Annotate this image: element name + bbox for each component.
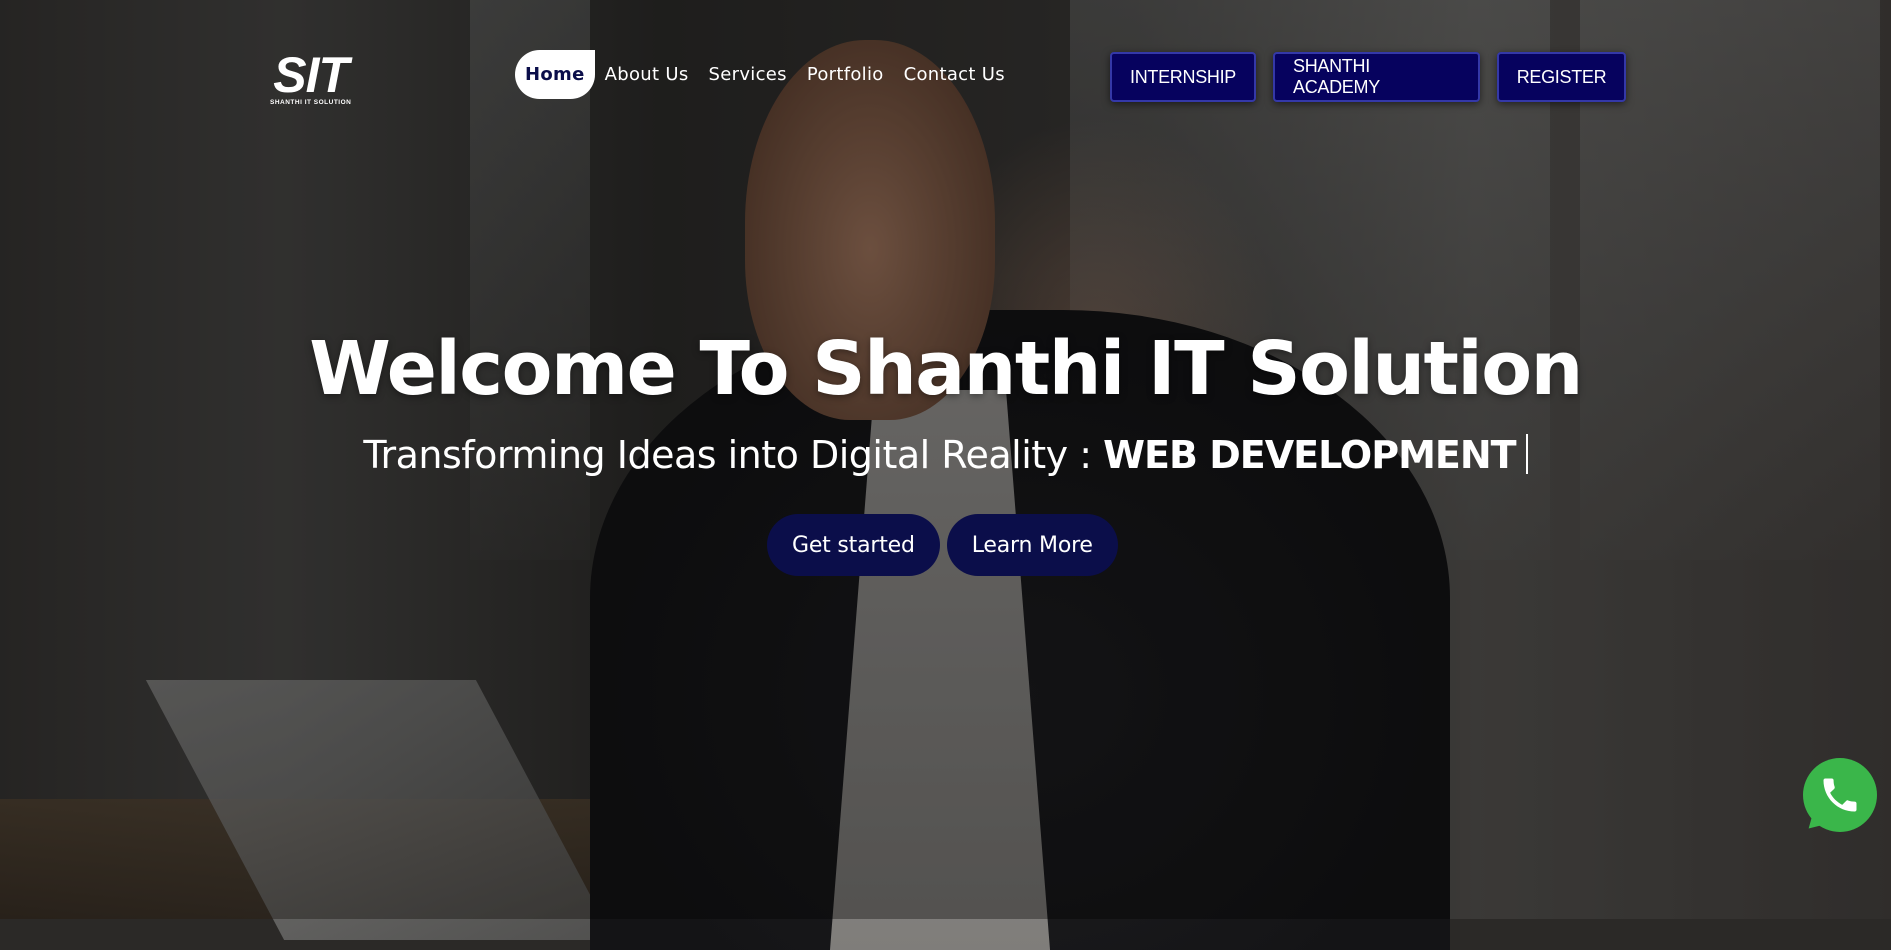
hero-title: Welcome To Shanthi IT Solution	[309, 326, 1583, 412]
nav-item-about-us[interactable]: About Us	[595, 50, 699, 99]
get-started-button[interactable]: Get started	[767, 514, 940, 576]
main-nav: Home About Us Services Portfolio Contact…	[515, 50, 1015, 99]
whatsapp-icon	[1823, 778, 1857, 812]
register-button[interactable]: REGISTER	[1497, 52, 1626, 102]
nav-item-services[interactable]: Services	[699, 50, 797, 99]
internship-button[interactable]: INTERNSHIP	[1110, 52, 1256, 102]
nav-item-home[interactable]: Home	[515, 50, 595, 99]
nav-item-portfolio[interactable]: Portfolio	[797, 50, 894, 99]
hero-subtitle-prefix: Transforming Ideas into Digital Reality …	[363, 433, 1104, 477]
whatsapp-button[interactable]	[1803, 758, 1877, 832]
logo-mark: SIT	[273, 47, 349, 103]
top-action-buttons: INTERNSHIP SHANTHI ACADEMY REGISTER	[1110, 52, 1626, 102]
typing-cursor	[1525, 434, 1528, 474]
logo-subtext: SHANTHI IT SOLUTION	[270, 99, 352, 106]
site-logo[interactable]: SIT SHANTHI IT SOLUTION	[270, 47, 352, 106]
typed-text: WEB DEVELOPMENT	[1103, 433, 1516, 477]
nav-item-contact-us[interactable]: Contact Us	[894, 50, 1015, 99]
learn-more-button[interactable]: Learn More	[946, 514, 1118, 576]
hero-cta-group: Get started Learn More	[767, 514, 1118, 576]
shanthi-academy-button[interactable]: SHANTHI ACADEMY	[1273, 52, 1480, 102]
hero-subtitle: Transforming Ideas into Digital Reality …	[0, 433, 1891, 477]
